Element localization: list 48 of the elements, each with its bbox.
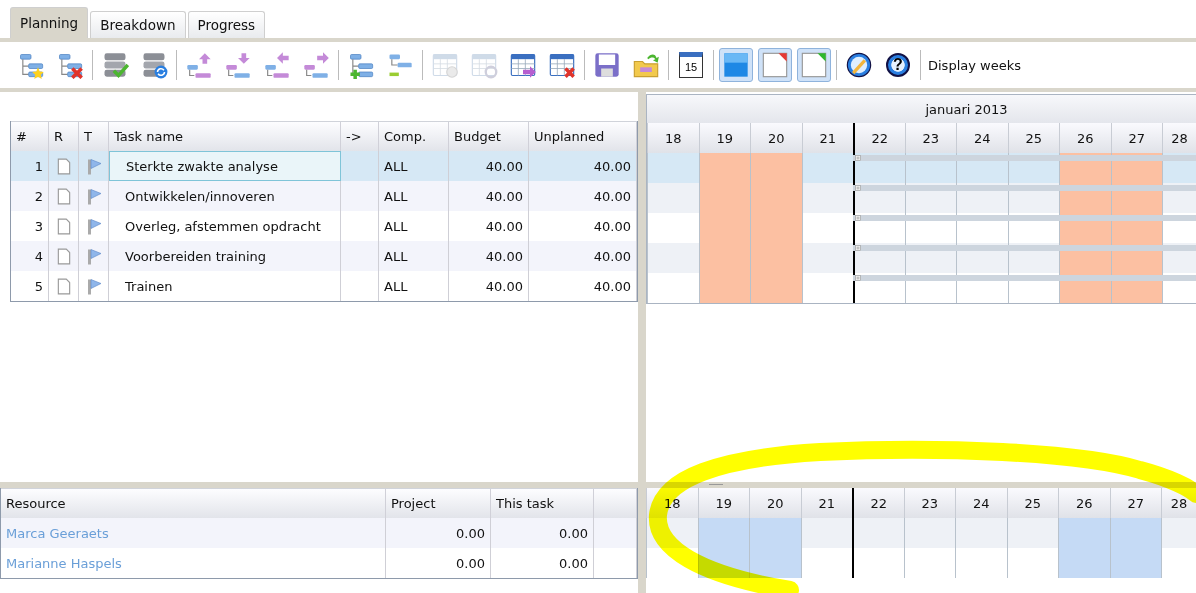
calendar-gear-icon bbox=[431, 51, 459, 79]
view-toggle-button[interactable] bbox=[797, 48, 831, 82]
arrow-right-icon bbox=[302, 51, 330, 79]
flag-icon bbox=[86, 187, 101, 205]
table-cell: 40.00 bbox=[529, 271, 637, 301]
expand-icon[interactable] bbox=[855, 215, 861, 221]
month-header: januari 2013 bbox=[647, 95, 1196, 123]
expand-icon[interactable] bbox=[855, 245, 861, 251]
tree-plus-icon bbox=[347, 51, 375, 79]
arrow-down-icon bbox=[224, 51, 252, 79]
task-row[interactable]: 1 Sterkte zwakte analyse ALL 40.00 40.00 bbox=[11, 151, 637, 181]
document-icon bbox=[56, 187, 71, 205]
tab[interactable]: Planning bbox=[10, 7, 89, 38]
arrow-up-icon bbox=[185, 51, 213, 79]
table-cell: 0.00 bbox=[491, 548, 594, 578]
tree-cross-icon bbox=[56, 51, 84, 79]
task-row[interactable]: 4 Voorbereiden training ALL 40.00 40.00 bbox=[11, 241, 637, 271]
table-cell: Sterkte zwakte analyse bbox=[109, 151, 341, 181]
calendar-refresh-icon bbox=[470, 51, 498, 79]
table-cell: ALL bbox=[379, 271, 449, 301]
flag-icon bbox=[86, 247, 101, 265]
expand-icon[interactable] bbox=[855, 155, 861, 161]
tab[interactable]: Progress bbox=[187, 11, 266, 38]
compass-icon bbox=[845, 51, 873, 79]
page-corner-icon bbox=[761, 51, 789, 79]
task-row[interactable]: 2 Ontwikkelen/innoveren ALL 40.00 40.00 bbox=[11, 181, 637, 211]
flag-icon bbox=[86, 157, 101, 175]
page-corner-icon bbox=[800, 51, 828, 79]
document-icon bbox=[56, 247, 71, 265]
toolbar-label: Display weeks bbox=[928, 57, 1021, 73]
table-cell: 40.00 bbox=[449, 271, 529, 301]
arrow-left-icon bbox=[263, 51, 291, 79]
document-icon bbox=[56, 157, 71, 175]
flag-icon bbox=[86, 217, 101, 235]
expand-icon[interactable] bbox=[855, 185, 861, 191]
calendar-cross-icon bbox=[548, 51, 576, 79]
flag-icon bbox=[86, 277, 101, 295]
tree-star-icon bbox=[17, 51, 45, 79]
expand-icon[interactable] bbox=[855, 275, 861, 281]
view-mode-button[interactable] bbox=[719, 48, 753, 82]
document-icon bbox=[56, 217, 71, 235]
table-cell: 5 bbox=[11, 271, 49, 301]
table-cell: 0.00 bbox=[386, 548, 491, 578]
table-cell: Trainen bbox=[109, 271, 341, 301]
tab[interactable]: Breakdown bbox=[90, 11, 186, 38]
view-toggle-button[interactable] bbox=[758, 48, 792, 82]
square-icon bbox=[722, 51, 750, 79]
document-icon bbox=[56, 277, 71, 295]
